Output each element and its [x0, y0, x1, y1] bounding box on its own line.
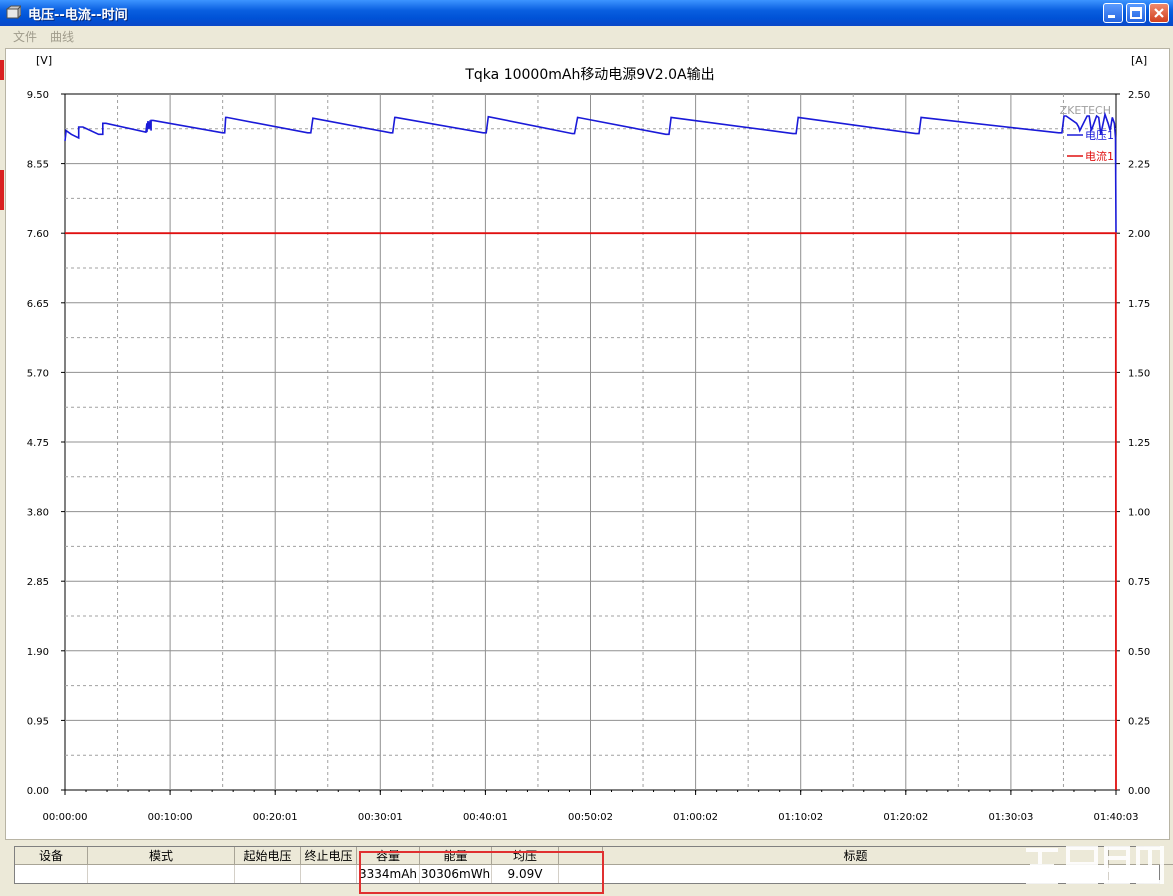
close-button[interactable] — [1149, 3, 1169, 23]
y-right-tick-label: 2.50 — [1128, 90, 1150, 101]
legend-voltage-label: 电压1 — [1085, 129, 1114, 142]
x-tick-label: 01:40:03 — [1094, 812, 1139, 823]
chart-title: Tqka 10000mAh移动电源9V2.0A输出 — [464, 67, 714, 83]
y-left-tick-label: 1.90 — [27, 647, 49, 658]
y-left-tick-label: 0.00 — [27, 786, 49, 797]
minimize-button[interactable] — [1103, 3, 1123, 23]
app-icon — [6, 5, 21, 20]
menu-curve[interactable]: 曲线 — [50, 28, 74, 45]
y-left-tick-label: 4.75 — [27, 438, 49, 449]
y-right-tick-label: 2.25 — [1128, 160, 1150, 171]
zketech-watermark: ZKETECH — [1060, 104, 1111, 117]
close-icon — [1154, 8, 1164, 18]
x-tick-label: 00:50:02 — [568, 812, 613, 823]
voltage-current-chart[interactable]: 00:00:00 00:10:00 00:20:01 00:30:01 00:40:01… — [6, 49, 1169, 839]
y-right-tick-label: 1.50 — [1128, 368, 1150, 379]
y-right-tick-label: 0.00 — [1128, 786, 1150, 797]
maximize-button[interactable] — [1126, 3, 1146, 23]
column-header-end-voltage[interactable]: 终止电压 — [301, 847, 357, 865]
menu-bar: 文件 曲线 — [0, 26, 1173, 46]
highlight-box — [359, 851, 604, 894]
y-left-tick-label: 8.55 — [27, 160, 49, 171]
y-left-tick-label: 7.60 — [27, 229, 49, 240]
plot-area[interactable]: 00:00:00 00:10:00 00:20:01 00:30:01 00:40:01… — [5, 48, 1170, 840]
window-title: 电压--电流--时间 — [28, 8, 128, 23]
column-header-mode[interactable]: 模式 — [88, 847, 235, 865]
minimize-icon — [1108, 15, 1115, 18]
title-bar[interactable]: 电压--电流--时间 — [0, 0, 1173, 26]
table-cell-device — [15, 865, 88, 883]
menu-file[interactable]: 文件 — [13, 28, 37, 45]
table-cell-start-voltage — [235, 865, 301, 883]
y-right-tick-label: 2.00 — [1128, 229, 1150, 240]
table-cell-end-voltage — [301, 865, 357, 883]
maximize-icon — [1130, 7, 1142, 19]
right-axis-unit: [A] — [1131, 54, 1147, 67]
left-axis-unit: [V] — [36, 54, 52, 67]
y-right-tick-label: 1.75 — [1128, 299, 1150, 310]
left-edge-marker — [0, 60, 4, 80]
y-left-tick-label: 6.65 — [27, 299, 49, 310]
y-left-tick-label: 5.70 — [27, 368, 49, 379]
site-logo-watermark — [1026, 846, 1164, 884]
y-left-tick-label: 3.80 — [27, 508, 49, 519]
x-tick-label: 00:40:01 — [463, 812, 508, 823]
x-tick-label: 00:10:00 — [148, 812, 193, 823]
y-left-tick-label: 9.50 — [27, 90, 49, 101]
y-right-tick-label: 0.25 — [1128, 716, 1150, 727]
x-tick-label: 01:00:02 — [673, 812, 718, 823]
x-tick-label: 00:20:01 — [253, 812, 298, 823]
y-right-tick-label: 1.25 — [1128, 438, 1150, 449]
y-right-tick-label: 1.00 — [1128, 508, 1150, 519]
x-tick-label: 00:30:01 — [358, 812, 403, 823]
legend-current-label: 电流1 — [1085, 149, 1114, 163]
app-window: 电压--电流--时间 文件 曲线 00:00:00 00:10:00 00:20:0… — [0, 0, 1173, 896]
table-cell-mode — [88, 865, 235, 883]
y-right-tick-label: 0.50 — [1128, 647, 1150, 658]
left-edge-marker — [0, 170, 4, 210]
column-header-device[interactable]: 设备 — [15, 847, 88, 865]
x-tick-label: 01:20:02 — [883, 812, 928, 823]
y-left-tick-label: 2.85 — [27, 577, 49, 588]
y-left-tick-label: 0.95 — [27, 716, 49, 727]
y-right-tick-label: 0.75 — [1128, 577, 1150, 588]
x-tick-label: 01:30:03 — [988, 812, 1033, 823]
x-tick-label: 00:00:00 — [43, 812, 88, 823]
x-tick-label: 01:10:02 — [778, 812, 823, 823]
column-header-start-voltage[interactable]: 起始电压 — [235, 847, 301, 865]
grid-layer — [64, 93, 1117, 791]
